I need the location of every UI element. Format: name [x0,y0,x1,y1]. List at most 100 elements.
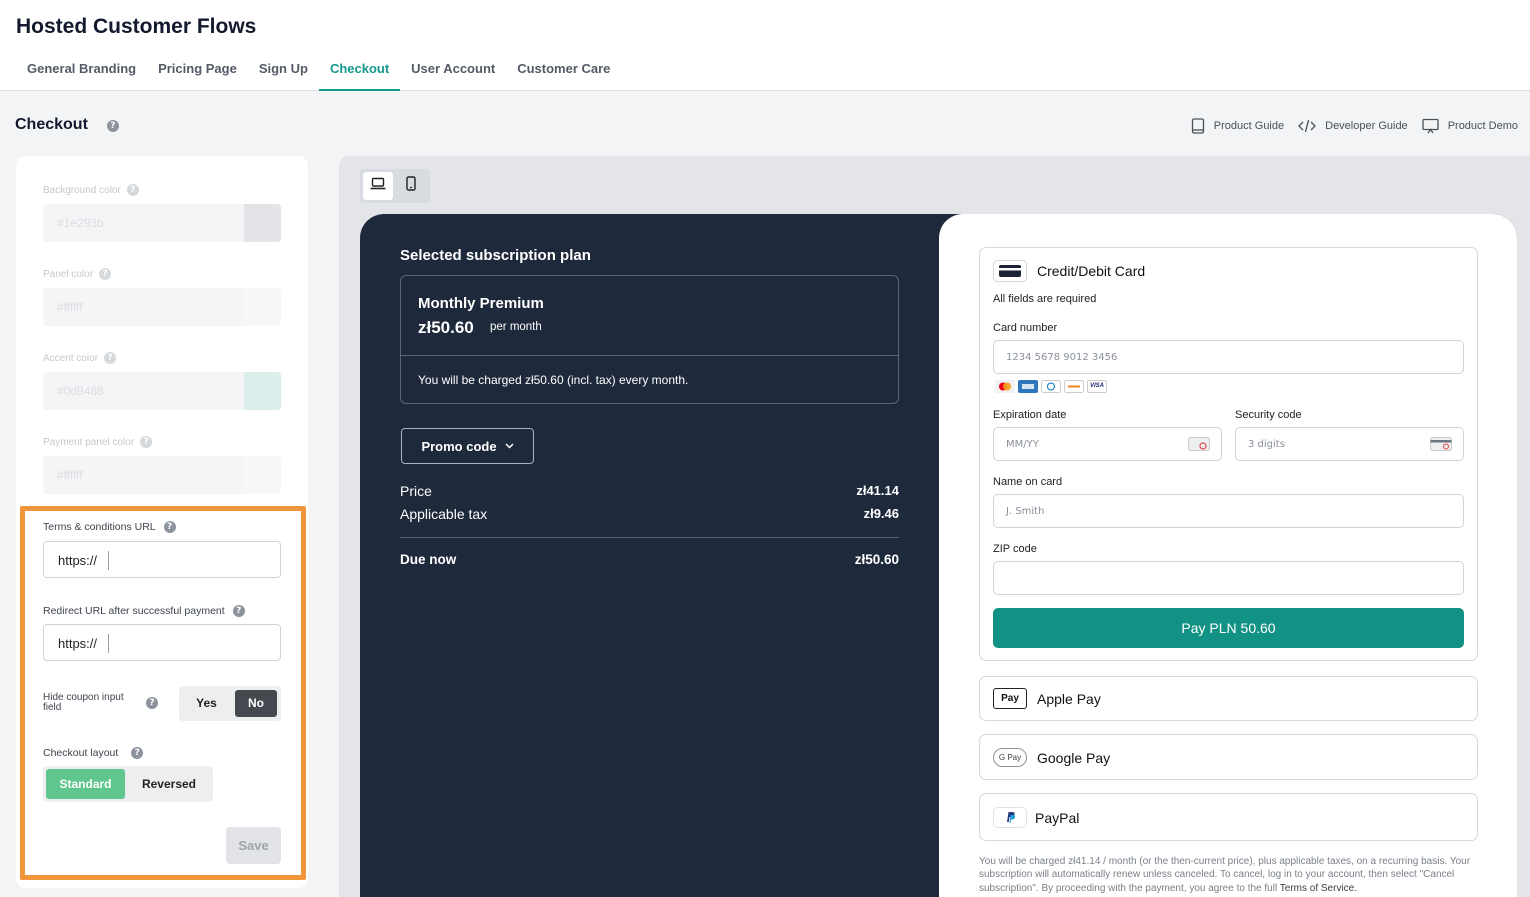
hide-coupon-label: Hide coupon input field [43,693,143,713]
background-color-value: #1e293b [57,216,104,230]
plan-name: Monthly Premium [418,295,544,312]
checkout-layout-label: Checkout layout? [43,747,144,759]
plan-divider [401,355,898,356]
tab-checkout[interactable]: Checkout [318,52,401,91]
pay-button[interactable]: Pay PLN 50.60 [993,608,1464,648]
product-guide-link[interactable]: Product Guide [1191,118,1284,134]
tab-pricing-page[interactable]: Pricing Page [147,52,248,91]
price-row: Price zł41.14 [400,483,899,499]
panel-color-value: #ffffff [57,300,83,314]
card-title: Credit/Debit Card [1037,263,1146,279]
payment-panel-color-input[interactable]: #ffffff [43,456,281,494]
accent-color-label: Accent color? [43,352,117,364]
background-color-input[interactable]: #1e293b [43,204,281,242]
google-pay-label: Google Pay [1037,750,1111,766]
expiration-input[interactable]: MM/YY [993,427,1222,461]
help-icon: ? [99,268,112,280]
help-icon: ? [104,352,117,364]
laptop-icon [370,177,386,195]
summary-divider [400,537,899,538]
price-label: Price [400,483,432,499]
terms-url-label: Terms & conditions URL? [43,521,176,533]
expiration-label: Expiration date [993,409,1067,421]
terms-of-service-link[interactable]: Terms of Service. [1280,883,1357,894]
panel-color-label: Panel color? [43,268,112,280]
name-on-card-label: Name on card [993,476,1063,488]
diners-icon [1041,380,1061,398]
name-on-card-input[interactable]: J. Smith [993,494,1464,528]
card-number-placeholder: 1234 5678 9012 3456 [1006,352,1118,363]
help-icon: ? [126,184,139,196]
redirect-url-label: Redirect URL after successful payment? [43,605,245,617]
desktop-view-button[interactable] [363,172,393,200]
mobile-view-button[interactable] [396,172,426,200]
fine-print-text: You will be charged zł41.14 / month (or … [979,856,1471,894]
hide-coupon-label-text: Hide coupon input field [43,692,124,713]
amex-icon [1018,380,1038,398]
help-icon[interactable]: ? [106,120,119,132]
page-title: Hosted Customer Flows [16,15,257,38]
zip-code-input[interactable] [993,561,1464,595]
plan-card: Monthly Premium zł50.60 per month You wi… [400,275,899,404]
panel-color-input[interactable]: #ffffff [43,288,281,326]
hide-coupon-no[interactable]: No [235,690,277,717]
accent-color-value: #0d9488 [57,384,104,398]
terms-url-label-text: Terms & conditions URL [43,521,156,533]
background-color-swatch[interactable] [244,204,281,242]
payment-panel-color-swatch[interactable] [244,456,281,494]
redirect-url-label-text: Redirect URL after successful payment [43,605,225,617]
help-icon: ? [140,436,153,448]
help-icon[interactable]: ? [146,697,158,709]
layout-reversed-button[interactable]: Reversed [127,769,211,799]
background-color-label-text: Background color [43,184,121,196]
section-title: Checkout [15,116,88,133]
chevron-down-icon [505,443,514,449]
charge-note: You will be charged zł50.60 (incl. tax) … [418,373,689,387]
redirect-url-input[interactable]: https:// [43,624,281,661]
tab-sign-up[interactable]: Sign Up [248,52,319,91]
due-row: Due now zł50.60 [400,552,899,567]
text-cursor [108,634,109,653]
top-header: Hosted Customer Flows General Branding P… [0,0,1530,91]
fine-print: You will be charged zł41.14 / month (or … [979,855,1489,895]
help-icon[interactable]: ? [131,747,144,759]
device-toggle [360,169,430,203]
accent-color-input[interactable]: #0d9488 [43,372,281,410]
background-color-label: Background color? [43,184,139,196]
google-pay-option[interactable]: G Pay Google Pay [979,734,1478,780]
paypal-option[interactable]: PayPal [979,793,1478,841]
tax-label: Applicable tax [400,506,488,522]
panel-color-label-text: Panel color [43,268,94,280]
developer-guide-label: Developer Guide [1325,120,1408,132]
google-pay-badge: G Pay [998,753,1022,762]
hide-coupon-toggle: Yes No [179,686,281,721]
layout-standard-button[interactable]: Standard [46,769,125,799]
save-button[interactable]: Save [226,827,281,864]
panel-color-swatch[interactable] [244,288,281,326]
price-value: zł41.14 [856,483,899,498]
product-demo-link[interactable]: Product Demo [1422,118,1518,134]
security-code-input[interactable]: 3 digits [1235,427,1464,461]
tab-user-account[interactable]: User Account [400,52,506,91]
tab-customer-care[interactable]: Customer Care [506,52,621,91]
name-on-card-placeholder: J. Smith [1006,506,1045,517]
card-number-label: Card number [993,322,1058,334]
hide-coupon-yes[interactable]: Yes [179,686,234,721]
security-code-placeholder: 3 digits [1248,439,1285,450]
phone-icon [406,176,416,196]
card-number-input[interactable]: 1234 5678 9012 3456 [993,340,1464,374]
expiration-placeholder: MM/YY [1006,439,1039,450]
tab-general-branding[interactable]: General Branding [16,52,147,91]
accent-color-swatch[interactable] [244,372,281,410]
developer-guide-link[interactable]: Developer Guide [1298,119,1408,133]
promo-code-button[interactable]: Promo code [401,428,534,464]
due-label: Due now [400,552,457,567]
help-icon[interactable]: ? [163,521,176,533]
apple-pay-option[interactable]: Pay Apple Pay [979,676,1478,721]
monitor-icon [1422,118,1439,134]
terms-url-input[interactable]: https:// [43,541,281,578]
help-icon[interactable]: ? [232,605,245,617]
guide-links: Product Guide Developer Guide Product De… [1177,118,1518,134]
text-cursor [108,551,109,570]
plan-price: zł50.60 [418,318,474,337]
